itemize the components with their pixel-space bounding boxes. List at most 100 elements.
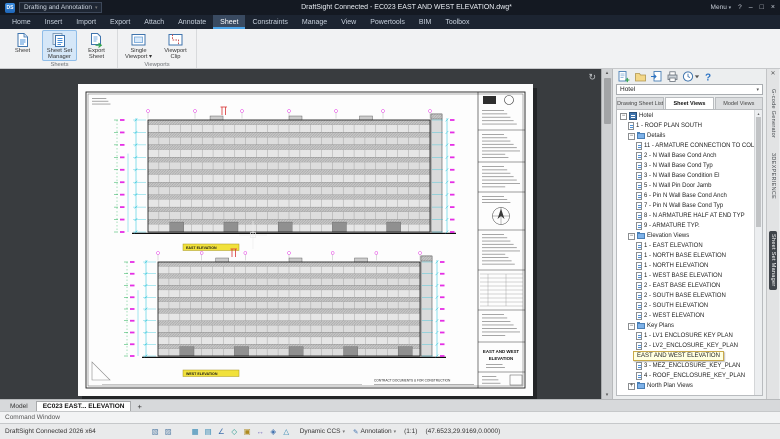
tree-item-3-mez-enclosure-key-plan[interactable]: 3 - MEZ_ENCLOSURE_KEY_PLAN (617, 361, 762, 371)
tree-item-4-roof-enclosure-key-plan[interactable]: 4 - ROOF_ENCLOSURE_KEY_PLAN (617, 371, 762, 381)
tree-item-north-plan-views[interactable]: +North Plan Views (617, 381, 762, 391)
ribbon-tab-annotate[interactable]: Annotate (171, 15, 213, 29)
scroll-up-icon[interactable]: ▴ (606, 70, 609, 76)
ribbon-tab-insert[interactable]: Insert (38, 15, 70, 29)
tab-model[interactable]: Model (4, 402, 34, 411)
restore-button[interactable]: □ (760, 4, 764, 11)
tree-item-2-west-elevation[interactable]: 2 - WEST ELEVATION (617, 311, 762, 321)
tree-item-3-n-wall-base-condition-el[interactable]: 3 - N Wall Base Condition El (617, 171, 762, 181)
ribbon-tab-constraints[interactable]: Constraints (245, 15, 294, 29)
minimize-button[interactable]: – (749, 4, 753, 11)
palette-tab-strip: ✕ G-code Generator 3DEXPERIENCE Sheet Set M… (766, 69, 779, 399)
ribbon-tab-powertools[interactable]: Powertools (363, 15, 412, 29)
import-sheet-icon[interactable] (650, 70, 663, 83)
ribbon-button-sheet[interactable]: Sheet (5, 30, 40, 61)
scroll-down-icon[interactable]: ▾ (606, 392, 609, 398)
svg-text:?: ? (705, 73, 711, 84)
canvas-refresh-icon[interactable]: ↻ (588, 72, 596, 83)
ribbon-tab-import[interactable]: Import (69, 15, 103, 29)
sheet-set-select[interactable]: Hotel ▾ (616, 84, 763, 95)
side-tab-g-code-generator[interactable]: G-code Generator (769, 86, 777, 141)
scrollbar-thumb[interactable] (756, 117, 761, 227)
new-sheet-set-icon[interactable] (617, 70, 631, 83)
tree-item-2-south-base-elevation[interactable]: 2 - SOUTH BASE ELEVATION (617, 291, 762, 301)
panel-tab-drawing-sheet-list[interactable]: Drawing Sheet List (616, 97, 664, 109)
panel-tab-model-views[interactable]: Model Views (715, 97, 763, 109)
tree-item-1-roof-plan-south[interactable]: 1 - ROOF PLAN SOUTH (617, 121, 762, 131)
tree-item-1-north-elevation[interactable]: 1 - NORTH ELEVATION (617, 261, 762, 271)
ribbon-tab-export[interactable]: Export (103, 15, 137, 29)
help-button[interactable]: ? (738, 4, 742, 11)
tree-item-2-n-wall-base-cond-anch[interactable]: 2 - N Wall Base Cond Anch (617, 151, 762, 161)
canvas-vertical-scrollbar[interactable]: ▴ ▾ (601, 69, 612, 399)
close-button[interactable]: × (771, 4, 775, 11)
etrack-toggle[interactable]: ↔ (255, 426, 266, 437)
ribbon-tab-attach[interactable]: Attach (137, 15, 171, 29)
ribbon-tab-toolbox[interactable]: Toolbox (438, 15, 476, 29)
tree-item-7-pin-n-wall-base-cond-typ[interactable]: 7 - Pin N Wall Base Cond Typ (617, 201, 762, 211)
tree-item-8-n-armature-half-at-end-typ[interactable]: 8 - N ARMATURE HALF AT END TYP (617, 211, 762, 221)
tree-item-hotel[interactable]: −Hotel (617, 111, 762, 121)
tree-item-5-n-wall-pin-door-jamb[interactable]: 5 - N Wall Pin Door Jamb (617, 181, 762, 191)
tree-item-label: 9 - ARMATURE TYP. (644, 223, 700, 229)
ribbon-button-export-sheet[interactable]: Export Sheet (79, 30, 114, 61)
tree-item-9-armature-typ[interactable]: 9 - ARMATURE TYP. (617, 221, 762, 231)
side-tab-3dexperience[interactable]: 3DEXPERIENCE (769, 150, 777, 202)
tree-item-2-lv2-enclosure-key-plan[interactable]: 2 - LV2_ENCLOSURE_KEY_PLAN (617, 341, 762, 351)
drawing-canvas[interactable]: EAST ELEVATIONWEST ELEVATIONEAST AND WES… (0, 69, 612, 399)
display-wire-toggle[interactable]: ▨ (163, 426, 174, 437)
ribbon-tab-bim[interactable]: BIM (412, 15, 438, 29)
ribbon-tab-manage[interactable]: Manage (295, 15, 334, 29)
tab-layout-active[interactable]: EC023 EAST... ELEVATION (36, 401, 132, 411)
snap-toggle[interactable]: ▦ (190, 426, 201, 437)
tree-expander-icon[interactable]: − (628, 133, 635, 140)
ribbon-tab-home[interactable]: Home (5, 15, 38, 29)
tree-item-1-west-base-elevation[interactable]: 1 - WEST BASE ELEVATION (617, 271, 762, 281)
sheet-icon (636, 222, 642, 230)
help-icon[interactable]: ? (703, 70, 713, 83)
command-window[interactable]: Command Window (0, 411, 780, 423)
grid-toggle[interactable]: ▤ (203, 426, 214, 437)
entity-snap-toggle[interactable]: ◈ (268, 426, 279, 437)
side-tab-sheet-set-manager[interactable]: Sheet Set Manager (769, 231, 777, 290)
tree-item-elevation-views[interactable]: −Elevation Views (617, 231, 762, 241)
workspace-selector[interactable]: Drafting and Annotation ▾ (19, 2, 102, 13)
ribbon-button-single-viewport[interactable]: Single Viewport ▾ (121, 30, 156, 61)
tree-scrollbar[interactable]: ▴ (754, 110, 762, 395)
add-layout-button[interactable]: + (133, 402, 145, 411)
ccs-select[interactable]: Dynamic CCS▾ (300, 428, 345, 435)
print-sheets-icon[interactable] (666, 70, 679, 83)
tree-item-1-north-base-elevation[interactable]: 1 - NORTH BASE ELEVATION (617, 251, 762, 261)
tree-expander-icon[interactable]: − (620, 113, 627, 120)
panel-tab-sheet-views[interactable]: Sheet Views (665, 97, 713, 109)
tree-item-2-east-base-elevation[interactable]: 2 - EAST BASE ELEVATION (617, 281, 762, 291)
ribbon-button-sheet-set-manager[interactable]: Sheet Set Manager (42, 30, 77, 61)
tree-item-1-lv1-enclosure-key-plan[interactable]: 1 - LV1 ENCLOSURE KEY PLAN (617, 331, 762, 341)
scroll-up-icon[interactable]: ▴ (757, 111, 759, 116)
tree-item-key-plans[interactable]: −Key Plans (617, 321, 762, 331)
polar-toggle[interactable]: ◇ (229, 426, 240, 437)
tree-item-1-east-elevation[interactable]: 1 - EAST ELEVATION (617, 241, 762, 251)
ribbon-tab-view[interactable]: View (334, 15, 363, 29)
annotation-scale-select[interactable]: ✎ Annotation▾ (353, 428, 396, 436)
palette-close-icon[interactable]: ✕ (770, 71, 775, 77)
tree-item-3-n-wall-base-cond-typ[interactable]: 3 - N Wall Base Cond Typ (617, 161, 762, 171)
ortho-toggle[interactable]: ∠ (216, 426, 227, 437)
tree-item-details[interactable]: −Details (617, 131, 762, 141)
history-icon[interactable] (682, 70, 700, 83)
esnap-toggle[interactable]: ▣ (242, 426, 253, 437)
tree-item-6-pin-n-wall-base-cond-anch[interactable]: 6 - Pin N Wall Base Cond Anch (617, 191, 762, 201)
menu-button[interactable]: Menu ▾ (711, 4, 732, 11)
tree-expander-icon[interactable]: − (628, 323, 635, 330)
dynamic-input-toggle[interactable]: △ (281, 426, 292, 437)
ribbon-group-buttons: SheetSheet Set ManagerExport Sheet (5, 30, 114, 61)
tree-expander-icon[interactable]: − (628, 233, 635, 240)
tree-item-2-south-elevation[interactable]: 2 - SOUTH ELEVATION (617, 301, 762, 311)
tree-item-11-armature-connection-to-column[interactable]: 11 - ARMATURE CONNECTION TO COLUMN (617, 141, 762, 151)
open-sheet-set-icon[interactable] (634, 70, 647, 83)
scrollbar-thumb[interactable] (604, 78, 611, 124)
tree-expander-icon[interactable]: + (628, 383, 635, 390)
ribbon-tab-sheet[interactable]: Sheet (213, 15, 245, 29)
ribbon-button-viewport-clip[interactable]: Viewport Clip (158, 30, 193, 61)
display-shade-toggle[interactable]: ▧ (150, 426, 161, 437)
